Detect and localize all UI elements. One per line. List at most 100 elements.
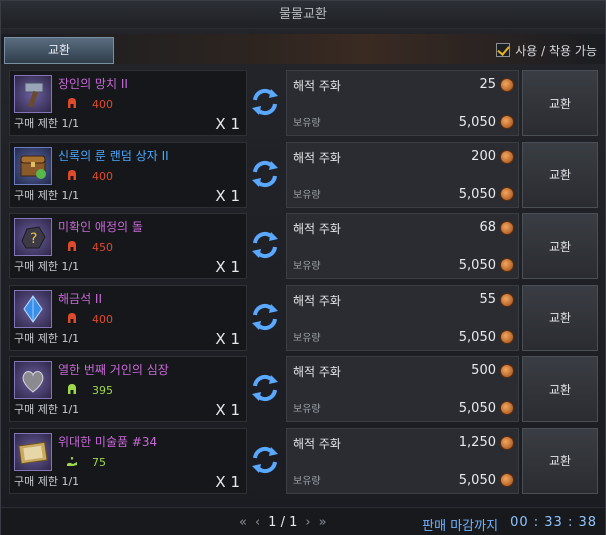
helmet-icon xyxy=(66,169,78,184)
pirate-coin-icon xyxy=(500,435,514,450)
holding-label: 보유량 xyxy=(293,261,321,272)
exchange-arrows-icon xyxy=(249,444,281,476)
item-slot[interactable]: 해금석 II 400 구매 제한 1/1 X 1 xyxy=(9,284,247,351)
deadline-label: 판매 마감까지 xyxy=(422,519,499,534)
first-page-button[interactable]: « xyxy=(239,515,247,530)
window-title: 물물교환 xyxy=(1,1,605,29)
unknown-stone-icon[interactable]: ? xyxy=(14,218,52,256)
chest-icon[interactable] xyxy=(14,146,52,185)
item-slot[interactable]: ? 미확인 애정의 돌 450 구매 제한 1/1 X 1 xyxy=(9,213,247,279)
last-page-button[interactable]: » xyxy=(319,515,327,530)
requirement-value: 75 xyxy=(92,455,106,469)
exchange-row: ? 미확인 애정의 돌 450 구매 제한 1/1 X 1 해적 주화 68 보… xyxy=(6,211,602,279)
pirate-coin-icon xyxy=(500,221,514,235)
item-requirement: 400 xyxy=(66,312,113,327)
cost-currency-label: 해적 주화 xyxy=(293,150,341,165)
item-requirement: 395 xyxy=(66,383,113,398)
cost-currency-label: 해적 주화 xyxy=(293,222,341,236)
item-slot[interactable]: 위대한 미술품 #34 75 구매 제한 1/1 X 1 xyxy=(9,427,247,494)
item-quantity: X 1 xyxy=(215,258,240,276)
item-name: 해금석 II xyxy=(58,291,103,306)
painting-icon[interactable] xyxy=(14,432,52,471)
item-name: 위대한 미술품 #34 xyxy=(58,434,158,449)
holding-label: 보유량 xyxy=(293,189,321,201)
item-quantity: X 1 xyxy=(215,329,240,348)
item-quantity: X 1 xyxy=(215,186,240,205)
item-slot[interactable]: 장인의 망치 II 400 구매 제한 1/1 X 1 xyxy=(9,70,247,136)
holding-label: 보유량 xyxy=(293,404,321,415)
requirement-value: 400 xyxy=(92,312,113,326)
pirate-coin-icon xyxy=(500,401,514,415)
cost-panel: 해적 주화 55 보유량 5,050 xyxy=(286,284,519,351)
item-slot[interactable]: 신록의 룬 랜덤 상자 II 400 구매 제한 1/1 X 1 xyxy=(9,141,247,208)
exchange-arrows-icon xyxy=(249,86,281,118)
exchange-row: 해금석 II 400 구매 제한 1/1 X 1 해적 주화 55 보유량 5,… xyxy=(6,283,602,351)
cost-panel: 해적 주화 500 보유량 5,050 xyxy=(286,356,519,422)
pirate-coin-icon xyxy=(500,364,514,378)
exchange-button[interactable]: 교환 xyxy=(522,427,598,494)
holding-amount: 5,050 xyxy=(458,329,496,345)
item-slot[interactable]: 열한 번째 거인의 심장 395 구매 제한 1/1 X 1 xyxy=(9,356,247,422)
cost-panel: 해적 주화 1,250 보유량 5,050 xyxy=(286,427,519,494)
cost-amount: 68 xyxy=(479,220,496,235)
cost-currency-label: 해적 주화 xyxy=(293,365,341,379)
item-requirement: 400 xyxy=(66,169,113,184)
usable-filter-checkbox[interactable] xyxy=(496,43,511,57)
prev-page-button[interactable]: ‹ xyxy=(255,515,260,530)
tab-exchange[interactable]: 교환 xyxy=(4,37,114,64)
next-page-button[interactable]: › xyxy=(305,515,310,530)
cost-amount: 1,250 xyxy=(458,434,496,450)
exchange-arrows-icon xyxy=(249,301,281,333)
page-indicator: 1 / 1 xyxy=(268,515,298,530)
usable-filter-label[interactable]: 사용 / 착용 가능 xyxy=(515,42,597,59)
exchange-arrows-icon xyxy=(249,372,281,404)
footer: « ‹ 1 / 1 › » 판매 마감까지 00 : 33 : 38 xyxy=(1,507,605,535)
exchange-button[interactable]: 교환 xyxy=(522,356,598,422)
item-requirement: 75 xyxy=(66,455,106,470)
cost-amount: 55 xyxy=(479,291,496,307)
exchange-button[interactable]: 교환 xyxy=(522,213,598,279)
sale-deadline: 판매 마감까지 00 : 33 : 38 xyxy=(422,515,597,534)
requirement-value: 400 xyxy=(92,98,113,111)
holding-amount: 5,050 xyxy=(458,401,496,416)
item-quantity: X 1 xyxy=(215,472,240,491)
cost-currency-label: 해적 주화 xyxy=(293,79,341,93)
pagination: « ‹ 1 / 1 › » xyxy=(239,515,327,530)
cost-panel: 해적 주화 25 보유량 5,050 xyxy=(286,70,519,136)
holding-label: 보유량 xyxy=(293,475,321,487)
holding-amount: 5,050 xyxy=(458,115,496,130)
cost-amount: 25 xyxy=(479,77,496,92)
holding-amount: 5,050 xyxy=(458,472,496,488)
pirate-coin-icon xyxy=(500,186,514,201)
usable-filter[interactable]: 사용 / 착용 가능 xyxy=(496,41,597,59)
cost-panel: 해적 주화 68 보유량 5,050 xyxy=(286,213,519,279)
pirate-coin-icon xyxy=(500,472,514,487)
cost-amount: 200 xyxy=(471,148,496,164)
holding-amount: 5,050 xyxy=(458,258,496,273)
exchange-button[interactable]: 교환 xyxy=(522,70,598,136)
heart-icon[interactable] xyxy=(14,361,52,399)
exchange-button[interactable]: 교환 xyxy=(522,284,598,351)
item-name: 미확인 애정의 돌 xyxy=(58,220,143,234)
helmet-icon xyxy=(66,312,78,327)
pirate-coin-icon xyxy=(500,292,514,307)
pirate-coin-icon xyxy=(500,149,514,164)
exchange-button[interactable]: 교환 xyxy=(522,141,598,208)
helmet-icon xyxy=(66,97,78,112)
holding-label: 보유량 xyxy=(293,332,321,344)
helmet-icon xyxy=(66,240,78,255)
crystal-icon[interactable] xyxy=(14,289,52,328)
purchase-limit: 구매 제한 1/1 xyxy=(14,474,80,488)
exchange-arrows-icon xyxy=(249,158,281,190)
hammer-icon[interactable] xyxy=(14,75,52,113)
exchange-row: 위대한 미술품 #34 75 구매 제한 1/1 X 1 해적 주화 1,250… xyxy=(6,426,602,494)
rapport-icon xyxy=(66,455,78,470)
barter-window: 물물교환 교환 사용 / 착용 가능 장인의 망치 II 400 구매 제한 1… xyxy=(0,0,606,535)
requirement-value: 450 xyxy=(92,241,113,254)
purchase-limit: 구매 제한 1/1 xyxy=(14,403,80,416)
item-name: 장인의 망치 II xyxy=(58,77,128,91)
purchase-limit: 구매 제한 1/1 xyxy=(14,188,80,202)
requirement-value: 395 xyxy=(92,384,113,397)
pirate-coin-icon xyxy=(500,115,514,129)
exchange-row: 장인의 망치 II 400 구매 제한 1/1 X 1 해적 주화 25 보유량… xyxy=(6,68,602,136)
